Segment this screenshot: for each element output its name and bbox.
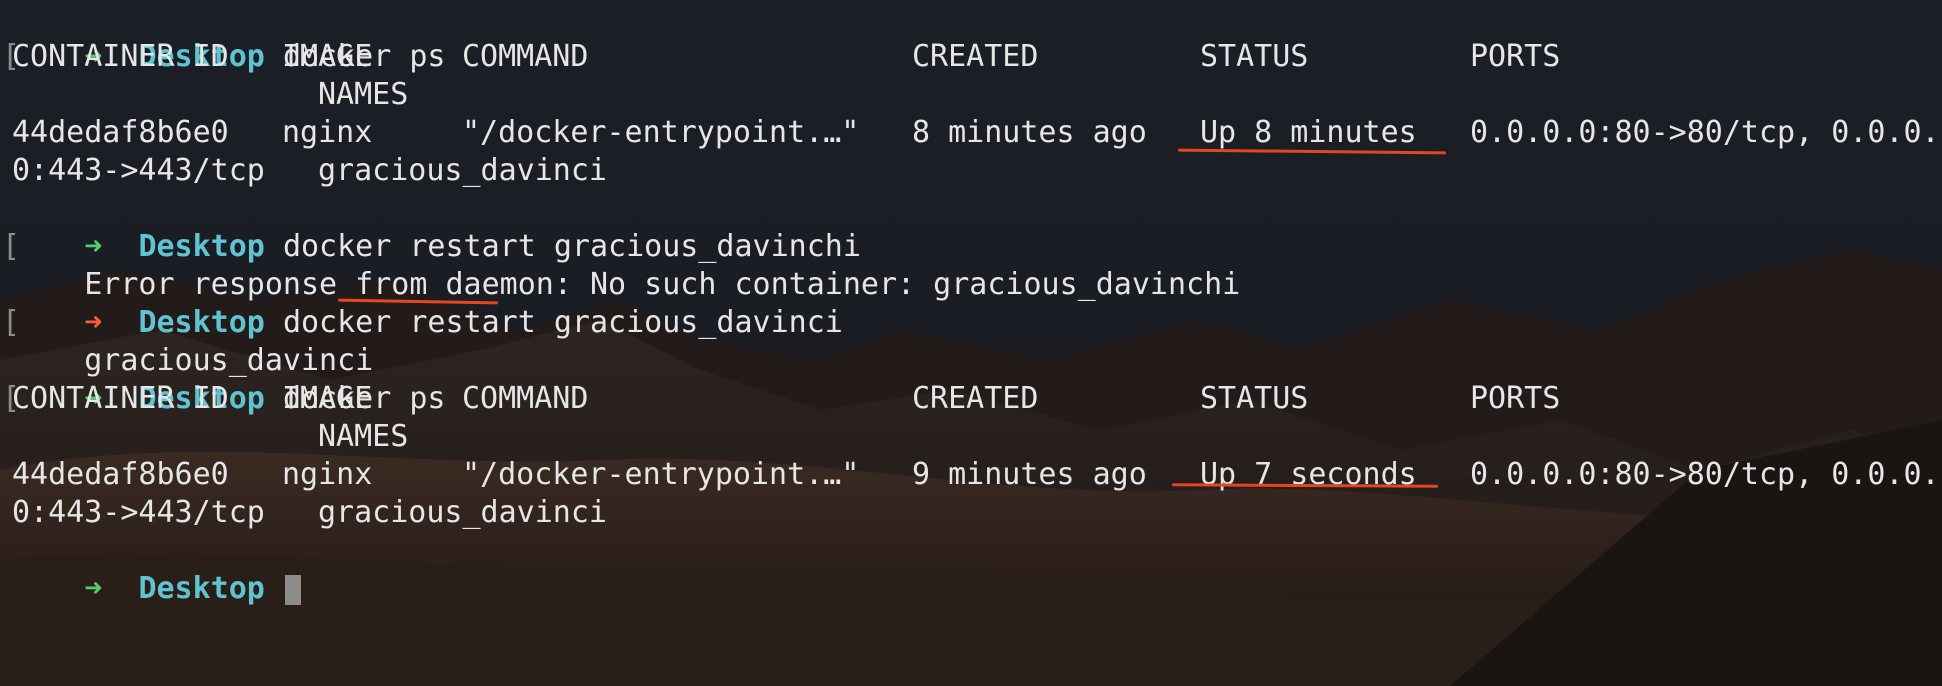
table-row: 44dedaf8b6e0 nginx "/docker-entrypoint.……: [12, 114, 1942, 152]
table-header-names: NAMES: [12, 418, 1942, 456]
prompt-directory: Desktop: [138, 571, 265, 606]
header-image: IMAGE: [282, 39, 373, 74]
cell-status: Up 7 seconds: [1200, 457, 1417, 492]
table-row-continued: 0:443->443/tcp gracious_davinci: [12, 152, 1942, 190]
header-status: STATUS: [1200, 381, 1309, 416]
cell-created: 9 minutes ago: [912, 457, 1147, 492]
cell-command: "/docker-entrypoint.…": [462, 457, 860, 492]
table-row: 44dedaf8b6e0 nginx "/docker-entrypoint.……: [12, 456, 1942, 494]
cell-command: "/docker-entrypoint.…": [462, 115, 860, 150]
header-names: NAMES: [318, 77, 409, 112]
cell-names: gracious_davinci: [318, 153, 607, 188]
prompt-line: [➜ Desktop docker restart gracious_davin…: [2, 190, 1942, 264]
header-names: NAMES: [318, 419, 409, 454]
header-created: CREATED: [912, 39, 1039, 74]
cell-ports: 0.0.0.0:80->80/tcp, 0.0.0.: [1470, 115, 1940, 150]
cell-image: nginx: [282, 115, 373, 150]
cell-created: 8 minutes ago: [912, 115, 1147, 150]
cell-ports: 0.0.0.0:80->80/tcp, 0.0.0.: [1470, 457, 1940, 492]
header-command: COMMAND: [462, 381, 589, 416]
terminal-output[interactable]: [➜ Desktop docker ps CONTAINER ID IMAGE …: [2, 0, 1942, 686]
table-row-continued: 0:443->443/tcp gracious_davinci: [12, 494, 1942, 532]
table-header-names: NAMES: [12, 76, 1942, 114]
header-ports: PORTS: [1470, 39, 1561, 74]
prompt-line: [➜ Desktop docker restart gracious_davin…: [2, 266, 1942, 340]
prompt-line-active[interactable]: ➜ Desktop: [12, 532, 1942, 606]
header-image: IMAGE: [282, 381, 373, 416]
header-container-id: CONTAINER ID: [12, 39, 229, 74]
header-created: CREATED: [912, 381, 1039, 416]
table-header: CONTAINER ID IMAGE COMMAND CREATED STATU…: [12, 380, 1942, 418]
cell-ports-continued: 0:443->443/tcp: [12, 153, 265, 188]
error-output: Error response from daemon: No such cont…: [12, 228, 1942, 302]
header-ports: PORTS: [1470, 381, 1561, 416]
prompt-line: [➜ Desktop docker ps: [2, 0, 1942, 74]
prompt-arrow-icon: ➜: [84, 571, 103, 606]
header-command: COMMAND: [462, 39, 589, 74]
header-container-id: CONTAINER ID: [12, 381, 229, 416]
command-output: gracious_davinci: [12, 304, 1942, 378]
cell-container-id: 44dedaf8b6e0: [12, 457, 229, 492]
cell-ports-continued: 0:443->443/tcp: [12, 495, 265, 530]
cell-image: nginx: [282, 457, 373, 492]
text-cursor: [284, 574, 301, 605]
cell-status: Up 8 minutes: [1200, 115, 1417, 150]
cell-names: gracious_davinci: [318, 495, 607, 530]
table-header: CONTAINER ID IMAGE COMMAND CREATED STATU…: [12, 38, 1942, 76]
header-status: STATUS: [1200, 39, 1309, 74]
cell-container-id: 44dedaf8b6e0: [12, 115, 229, 150]
prompt-line: [➜ Desktop docker ps: [2, 342, 1942, 416]
